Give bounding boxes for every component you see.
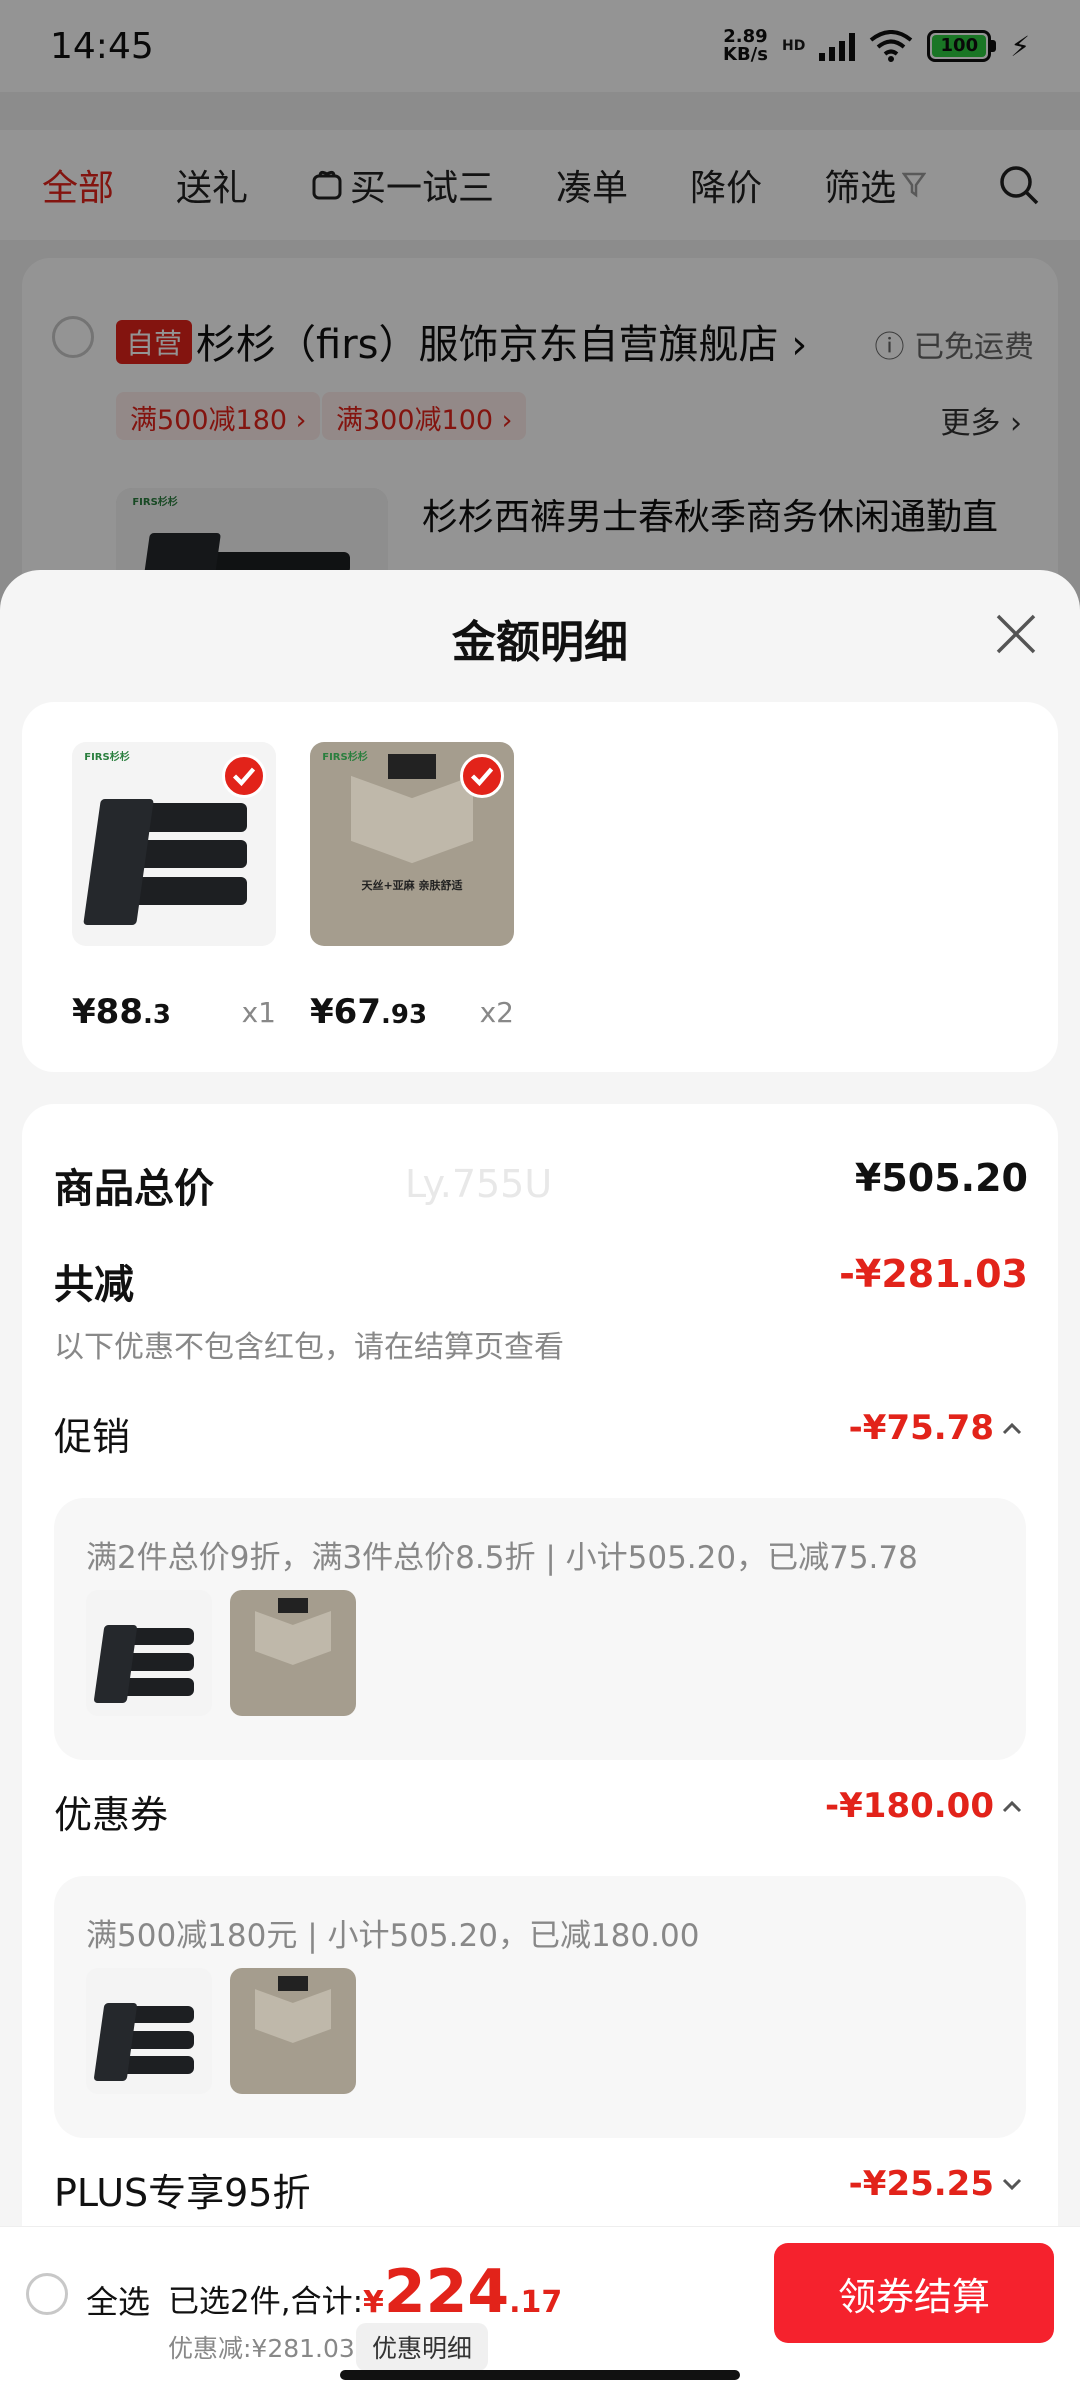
product-image: FIRS杉杉 bbox=[72, 742, 276, 946]
coupon-toggle[interactable]: -¥180.00 bbox=[825, 1786, 1022, 1826]
promo-item-pants-thumb bbox=[86, 1590, 212, 1716]
coupon-description: 满500减180元 | 小计505.20，已减180.00 bbox=[86, 1918, 700, 1954]
select-all-radio[interactable] bbox=[26, 2273, 68, 2315]
selected-goods-card: FIRS杉杉 ¥88.3 x1 FIRS杉杉 天丝+亚麻 亲肤舒适 ¥67.93 … bbox=[22, 702, 1058, 1072]
selected-total: 已选2件,合计: ¥ 224 .17 bbox=[168, 2257, 563, 2327]
selected-good-pants[interactable]: FIRS杉杉 ¥88.3 x1 bbox=[72, 742, 276, 1032]
coupon-item-pants-thumb bbox=[86, 1968, 212, 2094]
plus-discount-label: PLUS专享95折 bbox=[54, 2171, 311, 2215]
select-all-label[interactable]: 全选 bbox=[86, 2277, 150, 2323]
coupon-label: 优惠券 bbox=[54, 1793, 169, 1837]
good-price: ¥67.93 bbox=[310, 992, 428, 1032]
home-indicator[interactable] bbox=[340, 2370, 740, 2380]
promotion-label: 促销 bbox=[54, 1415, 131, 1459]
total-price-value: ¥505.20 bbox=[854, 1156, 1028, 1200]
price-detail-card: 商品总价 ¥505.20 共减 -¥281.03 以下优惠不包含红包，请在结算页… bbox=[22, 1104, 1058, 2400]
close-icon[interactable] bbox=[992, 610, 1040, 658]
promo-item-shirt-thumb bbox=[230, 1590, 356, 1716]
checked-icon bbox=[222, 754, 266, 798]
promotion-toggle[interactable]: -¥75.78 bbox=[849, 1408, 1022, 1448]
amount-detail-sheet: 金额明细 FIRS杉杉 ¥88.3 x1 FIRS杉杉 天丝+亚麻 亲肤舒适 ¥6… bbox=[0, 570, 1080, 2400]
sheet-title: 金额明细 bbox=[452, 617, 628, 668]
promotion-description: 满2件总价9折，满3件总价8.5折 | 小计505.20，已减75.78 bbox=[86, 1540, 918, 1576]
total-reduction-label: 共减 bbox=[54, 1262, 134, 1308]
good-price: ¥88.3 bbox=[72, 992, 171, 1032]
checkout-button[interactable]: 领券结算 bbox=[774, 2243, 1054, 2343]
product-image: FIRS杉杉 天丝+亚麻 亲肤舒适 bbox=[310, 742, 514, 946]
good-quantity: x1 bbox=[241, 996, 276, 1029]
chevron-down-icon bbox=[1002, 2178, 1022, 2191]
promotion-detail-box: 满2件总价9折，满3件总价8.5折 | 小计505.20，已减75.78 bbox=[54, 1498, 1026, 1760]
total-price-label: 商品总价 bbox=[54, 1166, 214, 1212]
selected-good-shirt[interactable]: FIRS杉杉 天丝+亚麻 亲肤舒适 ¥67.93 x2 bbox=[310, 742, 514, 1032]
discount-total: 优惠减:¥281.03 bbox=[168, 2334, 355, 2363]
coupon-item-shirt-thumb bbox=[230, 1968, 356, 2094]
reduction-note: 以下优惠不包含红包，请在结算页查看 bbox=[54, 1330, 564, 1365]
total-reduction-value: -¥281.03 bbox=[839, 1252, 1028, 1296]
watermark: Ly.755U bbox=[405, 1162, 553, 1206]
coupon-detail-box: 满500减180元 | 小计505.20，已减180.00 bbox=[54, 1876, 1026, 2138]
plus-discount-toggle[interactable]: -¥25.25 bbox=[849, 2164, 1022, 2204]
checked-icon bbox=[460, 754, 504, 798]
chevron-up-icon bbox=[1002, 1800, 1022, 1813]
discount-detail-button[interactable]: 优惠明细 bbox=[356, 2323, 489, 2371]
good-quantity: x2 bbox=[479, 996, 514, 1029]
chevron-up-icon bbox=[1002, 1422, 1022, 1435]
